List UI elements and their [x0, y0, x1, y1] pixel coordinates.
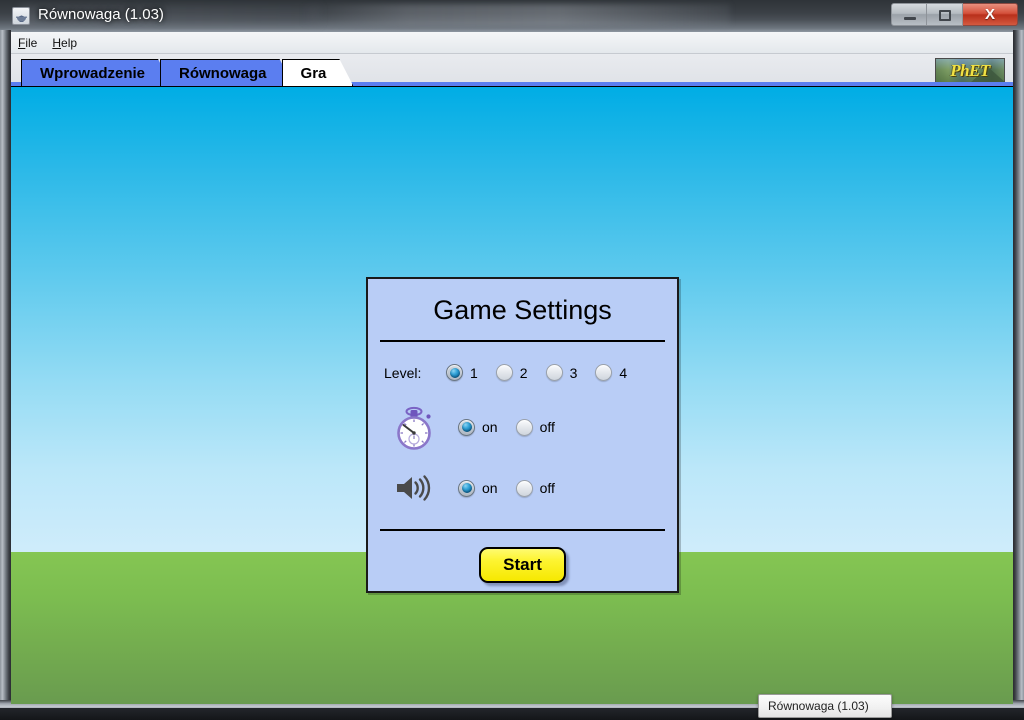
window-frame-right — [1013, 30, 1024, 704]
tab-strip: Wprowadzenie Równowaga Gra PhET — [11, 54, 1013, 86]
screen: Równowaga (1.03) X File Help Wprowadzeni… — [0, 0, 1024, 720]
timer-row: on off — [368, 403, 677, 451]
menu-file[interactable]: File — [11, 34, 45, 52]
level-option-3[interactable]: 3 — [545, 364, 578, 381]
window-controls: X — [891, 3, 1018, 26]
phet-logo[interactable]: PhET — [935, 58, 1005, 84]
panel-divider-top — [380, 340, 665, 342]
tab-gra-label: Gra — [300, 64, 327, 82]
sound-row: on off — [368, 473, 677, 503]
tab-rownowaga[interactable]: Równowaga — [160, 59, 294, 86]
close-button[interactable]: X — [963, 3, 1018, 26]
menu-help[interactable]: Help — [45, 34, 85, 52]
title-bar[interactable]: Równowaga (1.03) X — [0, 0, 1024, 32]
menu-bar: File Help — [11, 32, 1013, 54]
tab-rownowaga-label: Równowaga — [179, 64, 267, 82]
sound-option-off[interactable]: off — [515, 479, 555, 497]
simulation-canvas: Game Settings Level: 1 2 3 4 on off on o… — [11, 86, 1013, 704]
radio-icon-level-1[interactable] — [446, 364, 463, 381]
radio-icon-sound-off[interactable] — [515, 479, 533, 497]
level-option-2-label: 2 — [519, 364, 528, 381]
level-row: Level: 1 2 3 4 — [368, 364, 677, 381]
window-frame-left — [0, 30, 11, 704]
timer-radio-group: on off — [458, 418, 555, 436]
level-radio-group: 1 2 3 4 — [446, 364, 627, 381]
minimize-icon — [904, 17, 916, 20]
tab-list: Wprowadzenie Równowaga Gra — [21, 58, 341, 86]
timer-option-off[interactable]: off — [515, 418, 555, 436]
maximize-button[interactable] — [927, 3, 963, 26]
sound-radio-group: on off — [458, 479, 555, 497]
level-option-1[interactable]: 1 — [446, 364, 478, 381]
panel-divider-bottom — [380, 529, 665, 531]
maximize-icon — [939, 10, 951, 21]
start-button-row: Start — [368, 547, 677, 583]
tab-wprowadzenie[interactable]: Wprowadzenie — [21, 59, 172, 86]
radio-icon-sound-on[interactable] — [458, 479, 475, 497]
tab-wprowadzenie-label: Wprowadzenie — [40, 64, 146, 82]
radio-icon-timer-off[interactable] — [515, 418, 533, 436]
radio-icon-level-2[interactable] — [495, 364, 513, 381]
stopwatch-icon — [384, 403, 446, 451]
sound-option-on-label: on — [482, 480, 498, 496]
start-button[interactable]: Start — [479, 547, 566, 583]
timer-option-on-label: on — [482, 419, 498, 435]
game-settings-panel: Game Settings Level: 1 2 3 4 on off on o… — [366, 277, 679, 593]
timer-option-on[interactable]: on — [458, 418, 498, 436]
level-option-2[interactable]: 2 — [495, 364, 528, 381]
taskbar-item-rownowaga[interactable]: Równowaga (1.03) — [758, 694, 892, 718]
radio-icon-level-3[interactable] — [545, 364, 563, 381]
panel-title: Game Settings — [433, 295, 612, 325]
level-option-1-label: 1 — [470, 364, 478, 381]
menu-help-mnemonic: H — [52, 35, 62, 50]
level-option-3-label: 3 — [569, 364, 578, 381]
menu-file-rest: ile — [25, 35, 38, 50]
radio-icon-timer-on[interactable] — [458, 418, 475, 436]
sound-option-off-label: off — [539, 480, 555, 496]
level-option-4[interactable]: 4 — [595, 364, 627, 381]
sound-option-on[interactable]: on — [458, 479, 498, 497]
radio-icon-level-4[interactable] — [595, 364, 613, 381]
close-icon: X — [984, 6, 995, 23]
level-option-4-label: 4 — [619, 364, 628, 381]
window-title: Równowaga (1.03) — [38, 6, 164, 23]
java-cup-icon — [12, 7, 30, 25]
client-area: File Help Wprowadzenie Równowaga Gra PhE… — [11, 32, 1013, 704]
application-window: Równowaga (1.03) X File Help Wprowadzeni… — [0, 0, 1024, 712]
timer-option-off-label: off — [539, 419, 555, 435]
phet-logo-text: PhET — [950, 61, 990, 80]
menu-help-rest: elp — [61, 35, 78, 50]
speaker-icon — [384, 473, 446, 503]
title-bar-glass-blur — [300, 4, 730, 26]
minimize-button[interactable] — [891, 3, 927, 26]
level-label: Level: — [384, 364, 422, 381]
tab-gra[interactable]: Gra — [282, 59, 354, 86]
